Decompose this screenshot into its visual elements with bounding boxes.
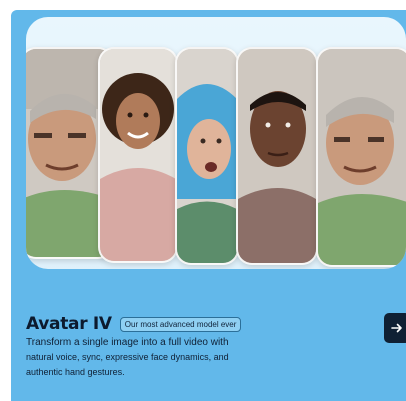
description-line: authentic hand gestures.	[26, 367, 125, 377]
next-button[interactable]	[384, 313, 406, 343]
older-man-repeat-avatar	[316, 47, 406, 267]
curly-hair-woman-avatar	[98, 47, 178, 263]
description-line: Transform a single image into a full vid…	[26, 337, 229, 348]
man-avatar	[236, 47, 318, 265]
card-title: Avatar IV	[26, 314, 112, 334]
title-row: Avatar IV Our most advanced model ever	[26, 314, 242, 334]
feature-card[interactable]: Avatar IV Our most advanced model ever T…	[11, 10, 406, 401]
card-description: Transform a single image into a full vid…	[26, 335, 286, 380]
arrow-right-icon	[391, 323, 402, 333]
description-line: natural voice, sync, expressive face dyn…	[26, 352, 229, 362]
model-badge: Our most advanced model ever	[119, 316, 242, 332]
blue-hair-woman-avatar	[175, 47, 239, 265]
avatar-showcase	[26, 17, 406, 269]
